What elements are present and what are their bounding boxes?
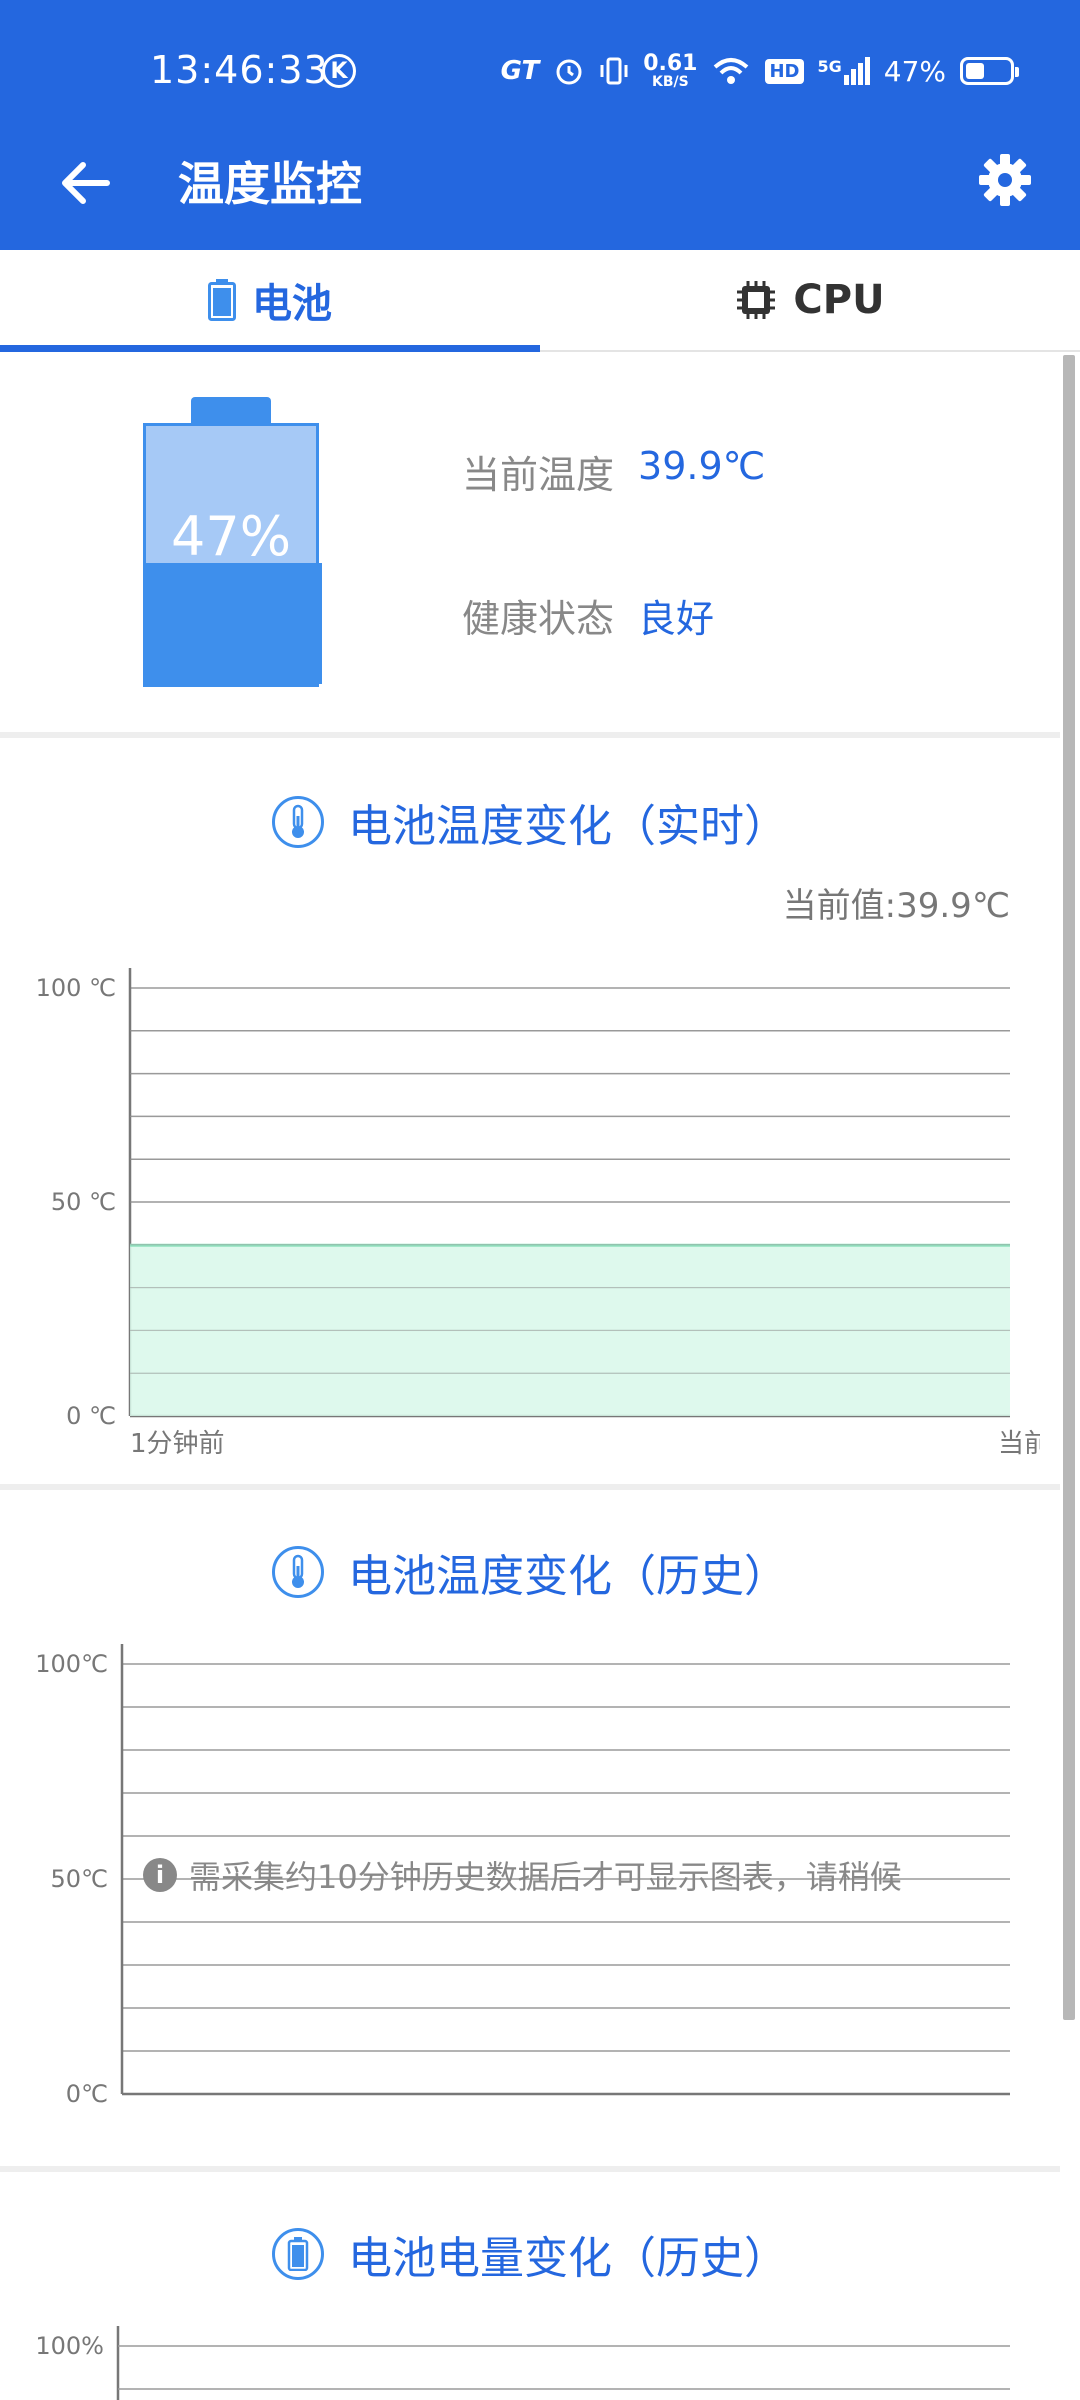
status-battery-icon: [960, 57, 1019, 85]
arrow-left-icon: [62, 162, 110, 204]
scrollbar[interactable]: [1063, 355, 1075, 2020]
info-icon: i: [143, 1858, 177, 1892]
realtime-current-value: 当前值:39.9℃: [782, 886, 1010, 926]
battery-icon: [208, 279, 236, 321]
health-row: 健康状态 良好: [462, 588, 714, 643]
hd-icon: HD: [765, 58, 804, 84]
y-tick-label: 0 ℃: [66, 1402, 116, 1430]
health-value: 良好: [638, 597, 715, 641]
y-tick-label: 100%: [35, 2332, 104, 2360]
history-level-chart: 100%: [35, 2326, 1010, 2400]
battery-circle-icon: [272, 2228, 324, 2280]
current-temp-label: 当前温度: [462, 453, 615, 497]
cellular-signal-icon: 5G: [818, 57, 870, 85]
realtime-section-title: 电池温度变化（实时）: [0, 790, 1060, 854]
section-divider: [0, 732, 1060, 738]
history-temp-title-text: 电池温度变化（历史）: [348, 1551, 788, 1602]
alarm-icon: [556, 59, 582, 85]
history-temp-section-title: 电池温度变化（历史）: [0, 1540, 1060, 1604]
history-level-section-title: 电池电量变化（历史）: [0, 2222, 1060, 2286]
k-notification-icon: K: [322, 54, 356, 88]
history-empty-note-text: 需采集约10分钟历史数据后才可显示图表，请稍候: [189, 1858, 902, 1896]
section-divider: [0, 2166, 1060, 2172]
tab-cpu-label: CPU: [793, 277, 885, 323]
back-button[interactable]: [50, 148, 120, 218]
battery-percent: 47%: [883, 54, 946, 88]
x-tick-label: 1分钟前: [130, 1429, 225, 1459]
app-header: 13:46:33 K GT 0.61 KB/S HD 5G 47% 温度监控: [0, 0, 1080, 250]
status-time: 13:46:33: [150, 48, 329, 92]
section-divider: [0, 1484, 1060, 1490]
cpu-icon: [737, 281, 776, 319]
battery-level-graphic: 47%: [143, 397, 322, 687]
status-icons: GT 0.61 KB/S HD 5G 47%: [500, 48, 1019, 94]
current-temp-row: 当前温度 39.9℃: [462, 444, 765, 499]
gt-mode-icon: GT: [500, 56, 540, 86]
network-speed: 0.61 KB/S: [643, 51, 698, 90]
tab-cpu[interactable]: CPU: [540, 250, 1080, 350]
battery-summary-card: 47% 当前温度 39.9℃ 健康状态 良好: [0, 352, 1060, 732]
vibrate-icon: [600, 57, 628, 85]
battery-fill: [146, 563, 322, 684]
wifi-icon: [714, 58, 749, 84]
realtime-title-text: 电池温度变化（实时）: [348, 801, 788, 852]
network-speed-value: 0.61: [643, 51, 698, 76]
y-tick-label: 50 ℃: [51, 1188, 116, 1216]
thermometer-icon: [272, 1546, 324, 1598]
settings-button[interactable]: [970, 145, 1040, 215]
history-level-title-text: 电池电量变化（历史）: [348, 2233, 788, 2284]
tab-bar: 电池 CPU: [0, 250, 1080, 352]
current-temp-value: 39.9℃: [638, 444, 766, 488]
y-tick-label: 100℃: [35, 1650, 108, 1678]
gear-icon: [979, 154, 1031, 206]
tab-battery-label: 电池: [252, 281, 332, 327]
network-speed-unit: KB/S: [651, 74, 689, 90]
y-tick-label: 100 ℃: [36, 974, 116, 1002]
health-label: 健康状态: [462, 597, 615, 641]
thermometer-icon: [272, 796, 324, 848]
signal-type-label: 5G: [817, 57, 842, 76]
x-tick-label: 当前: [998, 1429, 1040, 1459]
page-title: 温度监控: [178, 157, 362, 211]
y-tick-label: 0℃: [66, 2080, 108, 2108]
realtime-temperature-chart: 100 ℃ 50 ℃ 0 ℃ 1分钟前 当前: [36, 968, 1040, 1459]
battery-level-text: 47%: [170, 505, 292, 568]
history-empty-note: i 需采集约10分钟历史数据后才可显示图表，请稍候: [143, 1852, 902, 1898]
y-tick-label: 50℃: [51, 1865, 109, 1893]
tab-battery[interactable]: 电池: [0, 250, 540, 352]
